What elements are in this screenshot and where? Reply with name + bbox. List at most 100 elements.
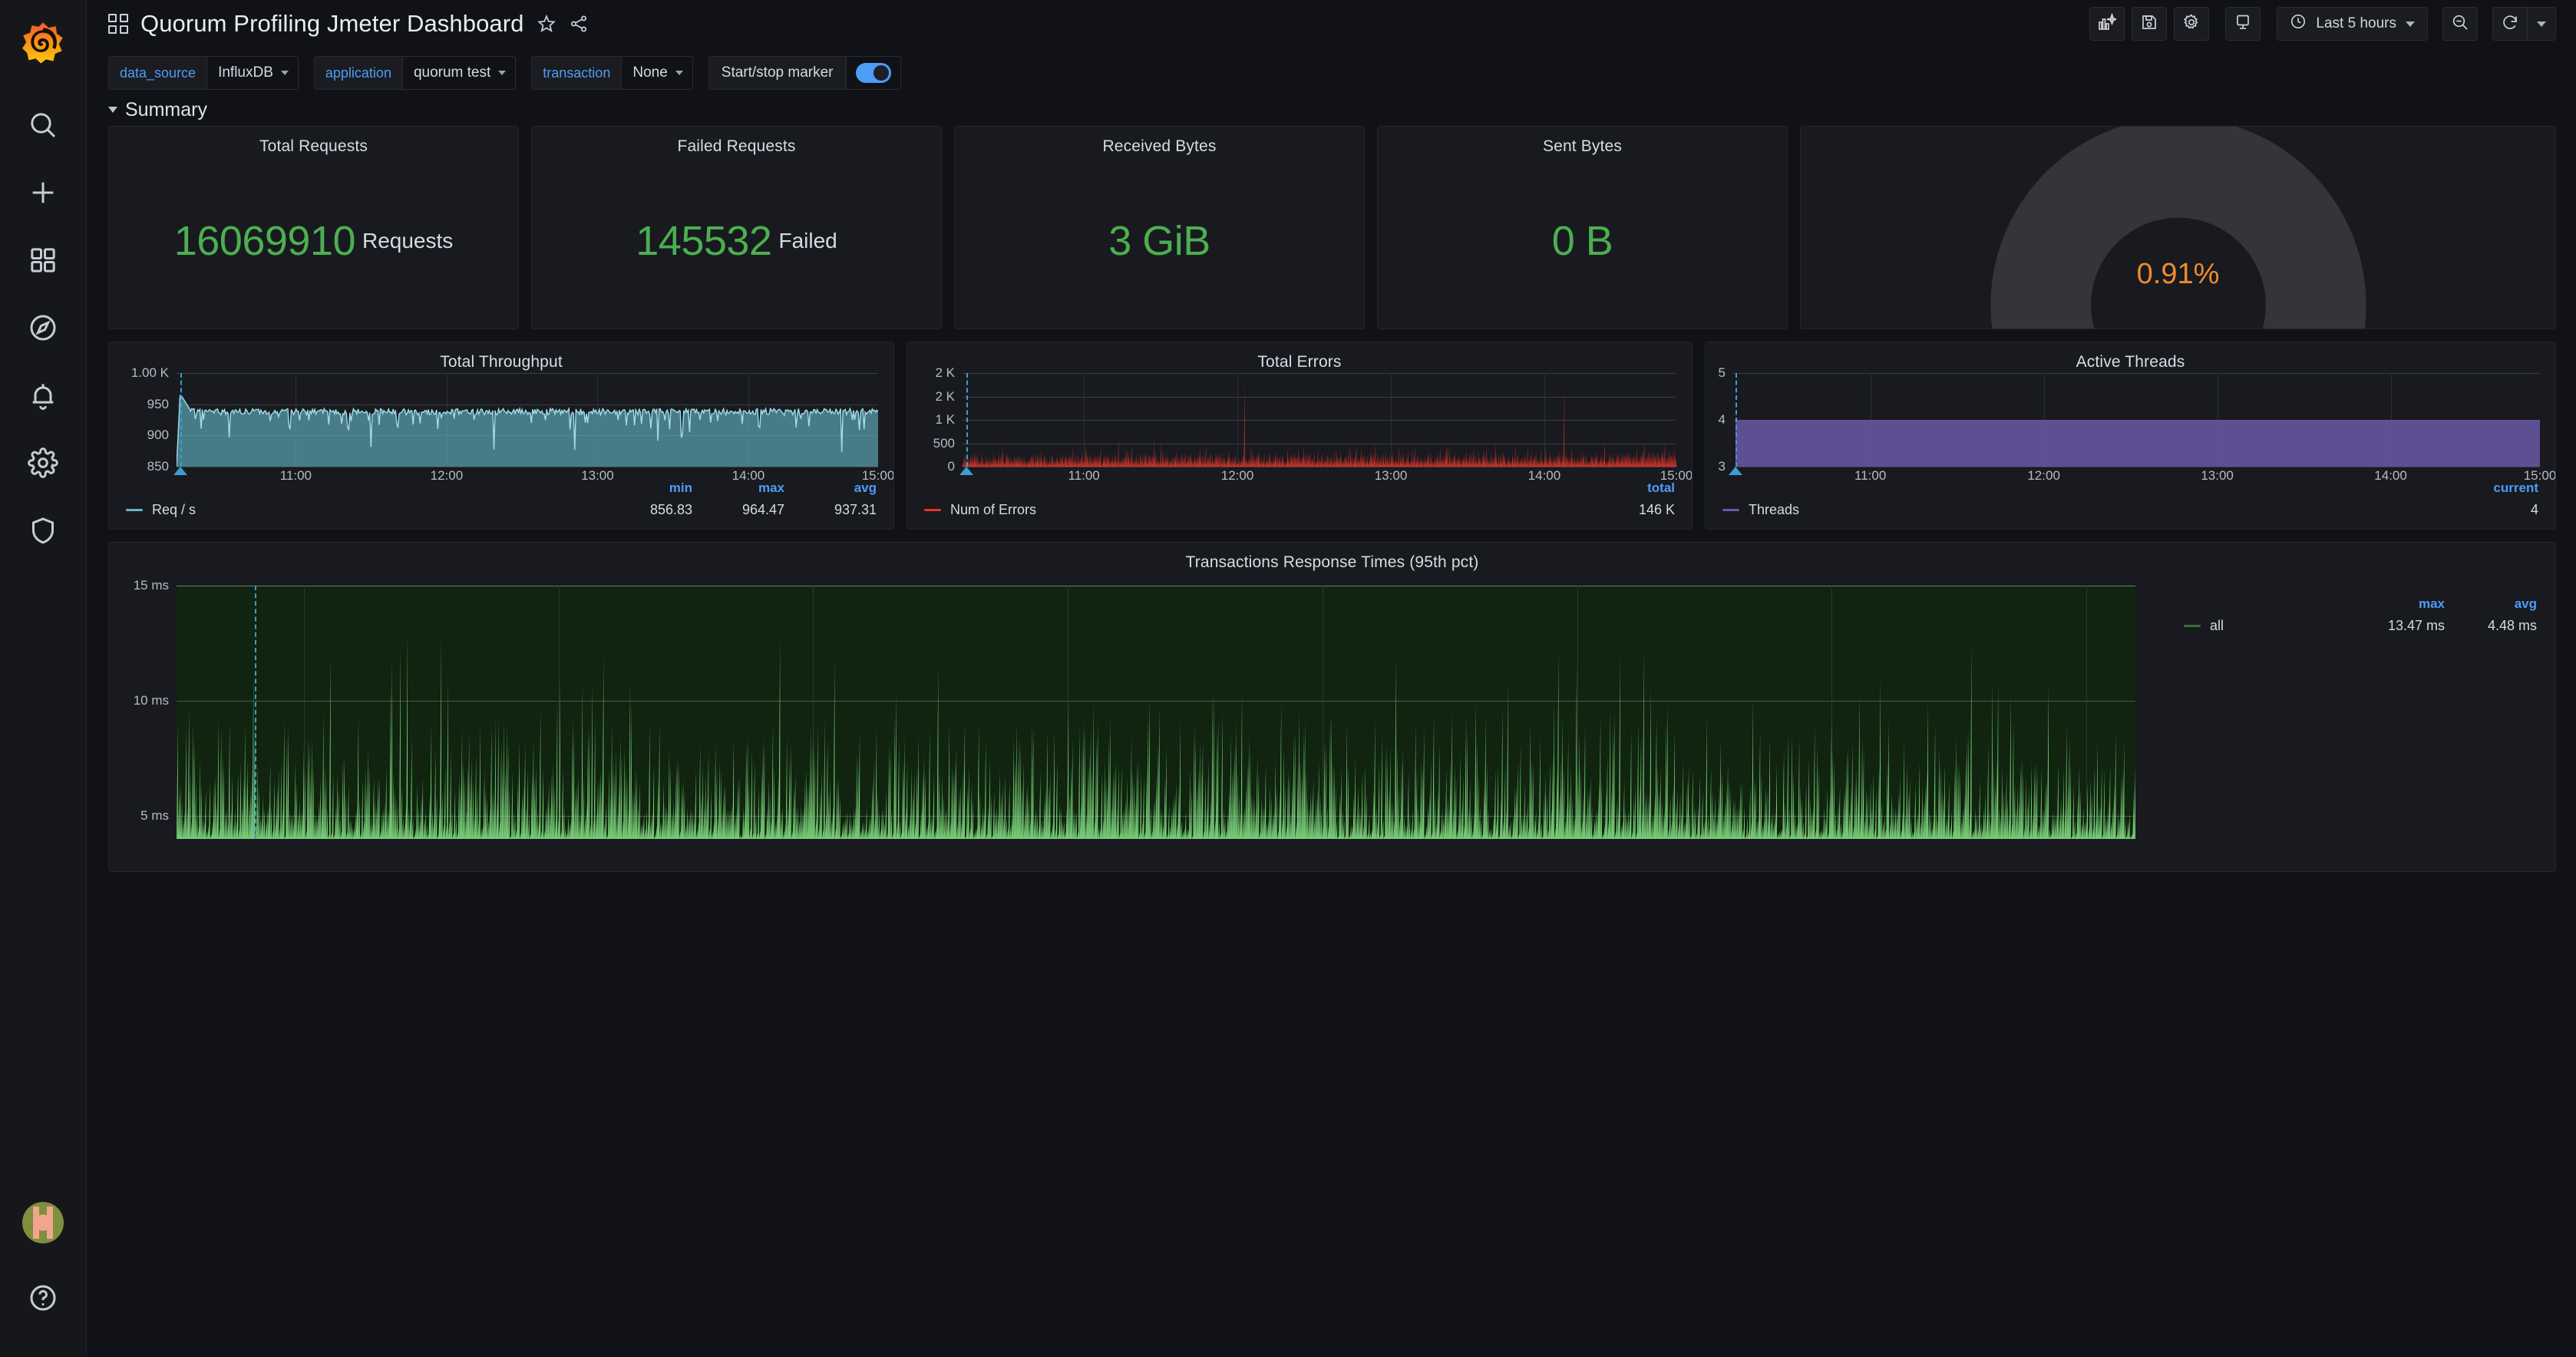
variable-dropdown[interactable]: InfluxDB [206, 56, 299, 90]
variable-dropdown[interactable]: quorum test [402, 56, 516, 90]
zoom-out-button[interactable] [2442, 7, 2478, 41]
variable-value: quorum test [414, 64, 490, 81]
sidebar-item-create[interactable] [16, 167, 70, 221]
legend-row[interactable]: Req / s 856.83 964.47 937.31 [126, 502, 877, 518]
variable-label: application [314, 56, 402, 90]
save-dashboard-button[interactable] [2132, 7, 2167, 41]
series-area-threads [1735, 420, 2540, 467]
panel-title: Transactions Response Times (95th pct) [109, 543, 2555, 572]
add-panel-button[interactable] [2089, 7, 2125, 41]
legend-header: min max avg [126, 480, 877, 496]
refresh-interval-dropdown[interactable] [2527, 7, 2556, 41]
panel-error-rate[interactable]: Error Rate % 0.91% [1800, 126, 2556, 329]
chevron-down-icon [281, 71, 289, 75]
panel-received-bytes[interactable]: Received Bytes 3 GiB [954, 126, 1365, 329]
stat-unit: Requests [362, 229, 453, 253]
dashboards-grid-icon [28, 245, 58, 279]
legend-col-avg: avg [2445, 596, 2537, 612]
variable-label: transaction [531, 56, 621, 90]
panel-failed-requests[interactable]: Failed Requests 145532 Failed [531, 126, 942, 329]
time-range-picker[interactable]: Last 5 hours [2277, 7, 2428, 41]
grafana-logo[interactable] [18, 17, 68, 68]
legend-series-name: Req / s [152, 502, 196, 518]
y-tick-label: 5 [1719, 365, 1726, 381]
star-icon[interactable] [537, 14, 556, 34]
legend-row[interactable]: Threads 4 [1722, 502, 2538, 518]
panel-title: Active Threads [1706, 342, 2555, 371]
chart-legend: total Num of Errors 146 K [907, 480, 1692, 529]
legend-value-min: 856.83 [600, 502, 692, 518]
dashboard-toolbar: Quorum Profiling Jmeter Dashboard [87, 0, 2576, 48]
legend-color-swatch [126, 509, 143, 511]
zoom-out-icon [2451, 13, 2469, 35]
legend-row[interactable]: all 13.47 ms 4.48 ms [2184, 618, 2537, 634]
search-icon [28, 110, 58, 144]
variable-start-stop-marker: Start/stop marker [708, 56, 902, 90]
panels-grid: Total Requests 16069910 Requests Failed … [87, 126, 2576, 872]
sidebar-item-explore[interactable] [16, 302, 70, 356]
page-title: Quorum Profiling Jmeter Dashboard [140, 10, 524, 38]
gauge-arc [1963, 126, 2393, 329]
gauge-value: 0.91% [2137, 258, 2220, 291]
legend-series: all [2184, 618, 2353, 634]
y-tick-label: 500 [933, 436, 955, 451]
y-tick-label: 0 [948, 459, 955, 474]
chart-plot-area: 5 4 3 [1706, 373, 2555, 480]
variable-value: None [632, 64, 667, 81]
panel-row-2: Total Throughput 1.00 K 950 900 850 [108, 342, 2556, 530]
time-range-label: Last 5 hours [2316, 15, 2396, 32]
chart-legend: current Threads 4 [1706, 480, 2555, 529]
gear-icon [28, 447, 58, 482]
y-axis: 15 ms 10 ms 5 ms [109, 586, 169, 816]
save-icon [2140, 13, 2158, 35]
legend-col-max: max [692, 480, 784, 496]
panel-title: Total Throughput [109, 342, 893, 371]
sidebar-item-search[interactable] [16, 100, 70, 154]
sidebar-item-alerting[interactable] [16, 370, 70, 424]
chevron-down-icon [498, 71, 506, 75]
row-header-summary[interactable]: Summary [87, 92, 2576, 126]
y-axis: 2 K 2 K 1 K 500 0 [907, 373, 955, 467]
refresh-button[interactable] [2492, 7, 2527, 41]
refresh-icon [2501, 13, 2519, 35]
sidebar-item-configuration[interactable] [16, 437, 70, 491]
marker-toggle[interactable] [846, 56, 901, 90]
monitor-icon [2234, 13, 2252, 35]
row-title: Summary [125, 99, 207, 121]
share-icon[interactable] [569, 14, 589, 34]
panel-total-throughput[interactable]: Total Throughput 1.00 K 950 900 850 [108, 342, 894, 530]
y-tick-label: 850 [147, 459, 169, 474]
panel-total-requests[interactable]: Total Requests 16069910 Requests [108, 126, 519, 329]
series-area-all [177, 586, 2135, 839]
toggle-switch-on [856, 63, 891, 83]
sidebar-item-help[interactable] [16, 1273, 70, 1326]
variable-dropdown[interactable]: None [621, 56, 692, 90]
user-avatar[interactable] [22, 1202, 64, 1243]
legend-color-swatch [1722, 509, 1739, 511]
chart-legend: min max avg Req / s 856.83 964.47 937.31 [109, 480, 893, 529]
gridline [1733, 373, 2540, 374]
variable-label: data_source [108, 56, 206, 90]
plot-canvas [1733, 373, 2540, 467]
y-tick-label: 3 [1719, 459, 1726, 474]
legend-row[interactable]: Num of Errors 146 K [924, 502, 1675, 518]
legend-header: total [924, 480, 1675, 496]
panel-title: Total Errors [907, 342, 1692, 371]
panel-sent-bytes[interactable]: Sent Bytes 0 B [1377, 126, 1788, 329]
panel-row-3: Transactions Response Times (95th pct) 1… [108, 542, 2556, 872]
panel-total-errors[interactable]: Total Errors 2 K 2 K 1 K 500 0 [907, 342, 1693, 530]
sidebar-item-dashboards[interactable] [16, 235, 70, 289]
y-tick-label: 5 ms [140, 808, 169, 824]
panel-row-1: Total Requests 16069910 Requests Failed … [108, 126, 2556, 329]
plot-canvas [177, 373, 878, 467]
tv-mode-button[interactable] [2225, 7, 2261, 41]
legend-col-current: current [2446, 480, 2538, 496]
legend-series-name: all [2210, 618, 2224, 634]
panel-title: Total Requests [109, 127, 518, 156]
dashboard-settings-button[interactable] [2174, 7, 2209, 41]
panel-active-threads[interactable]: Active Threads 5 4 3 [1705, 342, 2556, 530]
panel-title: Sent Bytes [1378, 127, 1787, 156]
panel-transactions-response-times[interactable]: Transactions Response Times (95th pct) 1… [108, 542, 2556, 872]
stat-body: 0 B [1378, 156, 1787, 325]
sidebar-item-server-admin[interactable] [16, 505, 70, 559]
